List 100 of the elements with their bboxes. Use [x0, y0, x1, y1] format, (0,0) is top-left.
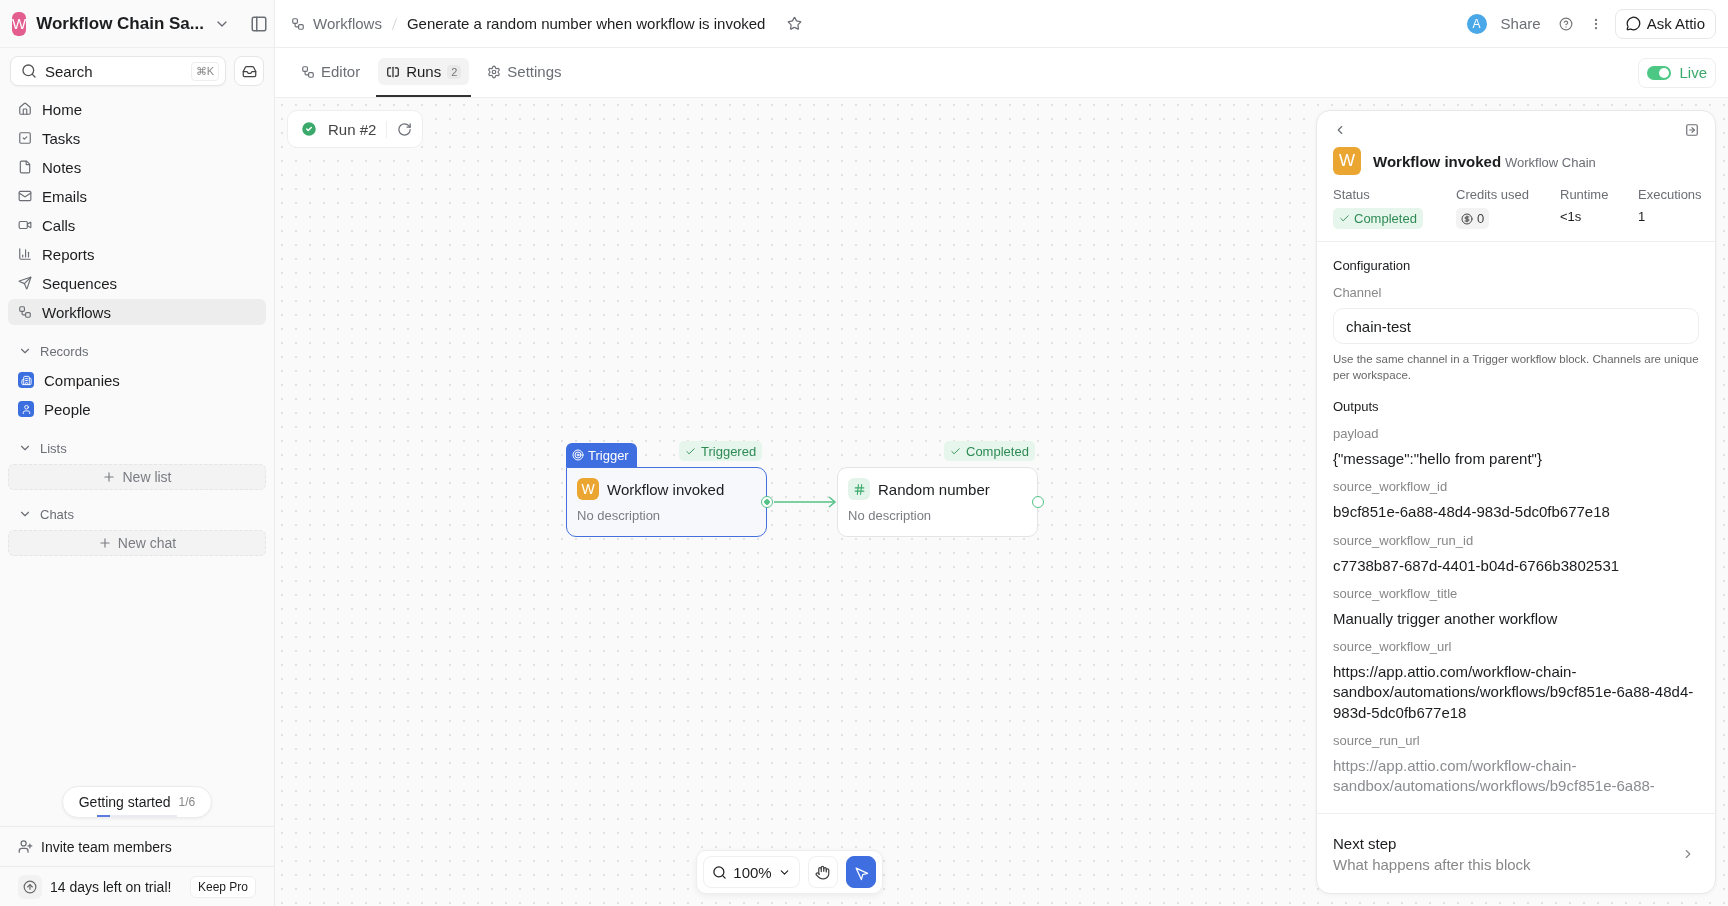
video-icon: [18, 218, 32, 232]
nav-label: Home: [42, 100, 82, 118]
check-icon: [950, 445, 961, 457]
status-tag: Triggered: [679, 441, 763, 461]
workspace-name[interactable]: Workflow Chain Sa...: [36, 13, 204, 34]
output-key: payload: [1333, 426, 1699, 442]
zoom-select[interactable]: 100%: [703, 856, 800, 888]
inbox-icon: [241, 63, 257, 79]
output-key: source_workflow_run_id: [1333, 532, 1699, 548]
workflow-icon: [18, 305, 32, 319]
target-icon: [572, 449, 584, 461]
output-value: b9cf851e-6a88-48d4-983d-5dc0fb677e18: [1333, 502, 1611, 523]
section-heading: Outputs: [1333, 399, 1380, 415]
tab[interactable]: Settings: [477, 48, 572, 97]
user-plus-icon: [18, 839, 33, 854]
output-key: source_workflow_title: [1333, 585, 1699, 601]
node-title: Workflow invoked: [607, 480, 725, 498]
output-value: Manually trigger another workflow: [1333, 608, 1559, 629]
run-selector[interactable]: Run #2: [287, 110, 424, 148]
node-description: No description: [577, 508, 662, 523]
building-icon: [18, 372, 34, 388]
nav-item[interactable]: Tasks: [8, 125, 266, 151]
workflow-node[interactable]: Random number No description: [837, 467, 1038, 537]
plus-icon: [97, 536, 112, 550]
nav-item[interactable]: Reports: [8, 241, 266, 267]
trial-text: 14 days left on trial!: [50, 878, 172, 895]
output-value: https://app.attio.com/workflow-chain-sandbox/automations/workflows/b9cf851e-6a88-: [1333, 755, 1656, 797]
stat-value: 1: [1638, 208, 1646, 225]
output-key: source_workflow_url: [1333, 639, 1699, 655]
output-value: {"message":"hello from parent"}: [1333, 449, 1543, 470]
search-field[interactable]: Search ⌘K: [10, 56, 226, 86]
shortcut-hint: ⌘K: [190, 61, 219, 81]
ask-attio-button[interactable]: Ask Attio: [1614, 8, 1716, 39]
nav-item[interactable]: Companies: [8, 367, 266, 393]
getting-started-button[interactable]: Getting started 1/6: [61, 786, 213, 818]
document-icon: [18, 160, 32, 174]
channel-field[interactable]: chain-test: [1333, 308, 1699, 344]
output-key: source_workflow_id: [1333, 479, 1699, 495]
nav-label: Workflows: [42, 303, 111, 321]
invite-link[interactable]: Invite team members: [41, 838, 172, 855]
star-icon[interactable]: [787, 16, 803, 31]
tab[interactable]: Editor: [291, 48, 371, 97]
count-badge: 2: [447, 64, 462, 79]
send-icon: [18, 276, 32, 290]
section-title[interactable]: Lists: [40, 440, 67, 456]
panel-subtitle: Workflow Chain: [1504, 154, 1596, 170]
app-icon: W: [1333, 147, 1361, 175]
nav-label: Reports: [42, 245, 95, 263]
status-tag: Completed: [944, 441, 1035, 461]
refresh-icon[interactable]: [397, 121, 413, 137]
output-key: source_run_url: [1333, 732, 1699, 748]
stat-value: <1s: [1560, 208, 1582, 225]
breadcrumb-link[interactable]: Generate a random number when workflow is invoked: [406, 15, 766, 32]
section-title[interactable]: Records: [40, 343, 89, 359]
check-icon: [1339, 213, 1350, 224]
stat-label: Executions: [1638, 187, 1702, 202]
nav-item[interactable]: Emails: [8, 183, 266, 209]
field-label: Channel: [1333, 285, 1383, 300]
workflow-node[interactable]: W Workflow invoked No description: [566, 467, 767, 537]
home-icon: [18, 102, 32, 116]
nav-label: Sequences: [42, 274, 118, 292]
panel-title: Workflow invoked: [1373, 152, 1502, 170]
coin-icon: [1461, 212, 1473, 225]
nav-label: Companies: [44, 371, 120, 389]
nav-item[interactable]: Home: [8, 96, 266, 122]
share-button[interactable]: Share: [1494, 15, 1547, 32]
breadcrumb-link[interactable]: Workflows: [313, 15, 382, 32]
output-value: https://app.attio.com/workflow-chain-sandbox/automations/workflows/b9cf851e-6a88-48d4-983d-5dc0fb677e18: [1333, 662, 1695, 723]
section-title[interactable]: Chats: [40, 506, 74, 522]
nav-label: Emails: [42, 187, 87, 205]
add-button[interactable]: New list: [8, 464, 266, 490]
next-step-row[interactable]: Next step What happens after this block: [1317, 813, 1715, 893]
help-text: Use the same channel in a Trigger workflow block. Channels are unique per workspace.: [1333, 352, 1699, 383]
hand-icon: [815, 864, 831, 880]
section-heading: Configuration: [1333, 258, 1412, 273]
nav-item[interactable]: Calls: [8, 212, 266, 238]
stat-label: Runtime: [1560, 187, 1609, 202]
inbox-button[interactable]: [234, 56, 264, 86]
nav-item[interactable]: Sequences: [8, 270, 266, 296]
search-icon: [712, 864, 728, 880]
plus-icon: [102, 470, 117, 484]
add-button[interactable]: New chat: [8, 530, 266, 556]
check-icon: [685, 445, 696, 457]
workflow-icon: [301, 64, 315, 79]
chart-icon: [18, 247, 32, 261]
app-icon: W: [577, 478, 599, 500]
checkbox-icon: [18, 131, 32, 145]
hand-tool-button[interactable]: [807, 856, 838, 888]
credits-badge: 0: [1456, 208, 1490, 229]
nav-item[interactable]: Notes: [8, 154, 266, 180]
collapse-panel-icon[interactable]: [1685, 123, 1699, 137]
keep-pro-button[interactable]: Keep Pro: [189, 875, 256, 898]
search-icon: [21, 63, 37, 79]
user-avatar: A: [1466, 13, 1487, 34]
nav-item[interactable]: Workflows: [8, 299, 266, 325]
nav-item[interactable]: People: [8, 396, 266, 422]
nav-label: Tasks: [42, 129, 81, 147]
sidebar-toggle-icon[interactable]: [250, 14, 268, 33]
stat-label: Credits used: [1456, 187, 1529, 202]
pointer-tool-button[interactable]: [845, 856, 876, 888]
